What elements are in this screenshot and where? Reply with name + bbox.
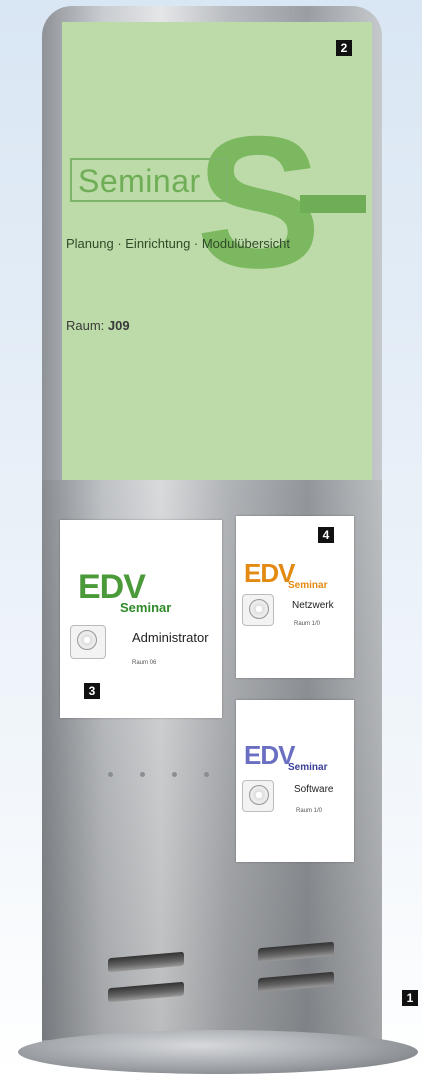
panel-room: Raum: J09 [66,318,130,333]
logo-dash [300,195,366,213]
callout-marker-4: 4 [318,527,334,543]
stele-base-plate [18,1030,418,1074]
mounting-bolt [140,772,145,777]
room-number: J09 [107,318,130,333]
cd-icon [242,780,274,812]
callout-marker-3: 3 [84,683,100,699]
cd-icon [70,625,106,659]
room-label: Raum: [66,318,105,333]
seminar-logo-box: Seminar [70,158,228,202]
card-seminar-text: Seminar [288,580,328,591]
card-edv-text: EDV [244,740,295,770]
mounting-bolt [172,772,177,777]
panel-subtitle: Planung · Einrichtung · Modulübersicht [66,236,291,251]
callout-marker-2: 2 [336,40,352,56]
card-seminar-text: Seminar [120,600,172,615]
seminar-logo-text: Seminar [78,163,201,199]
seminar-card-netzwerk: EDV Seminar Netzwerk Raum 1/0 [236,516,354,678]
callout-marker-1: 1 [402,990,418,1006]
card-room: Raum 1/0 [294,621,321,627]
mounting-bolt [108,772,113,777]
card-seminar-text: Seminar [288,762,328,773]
mounting-bolt [204,772,209,777]
card-label: Administrator [132,630,209,645]
card-edv-text: EDV [244,558,295,588]
card-label: Software [294,784,334,795]
card-room: Raum 06 [132,660,157,666]
card-label: Netzwerk [292,600,334,611]
seminar-card-software: EDV Seminar Software Raum 1/0 [236,700,354,862]
cd-icon [242,594,274,626]
card-room: Raum 1/0 [296,808,323,814]
